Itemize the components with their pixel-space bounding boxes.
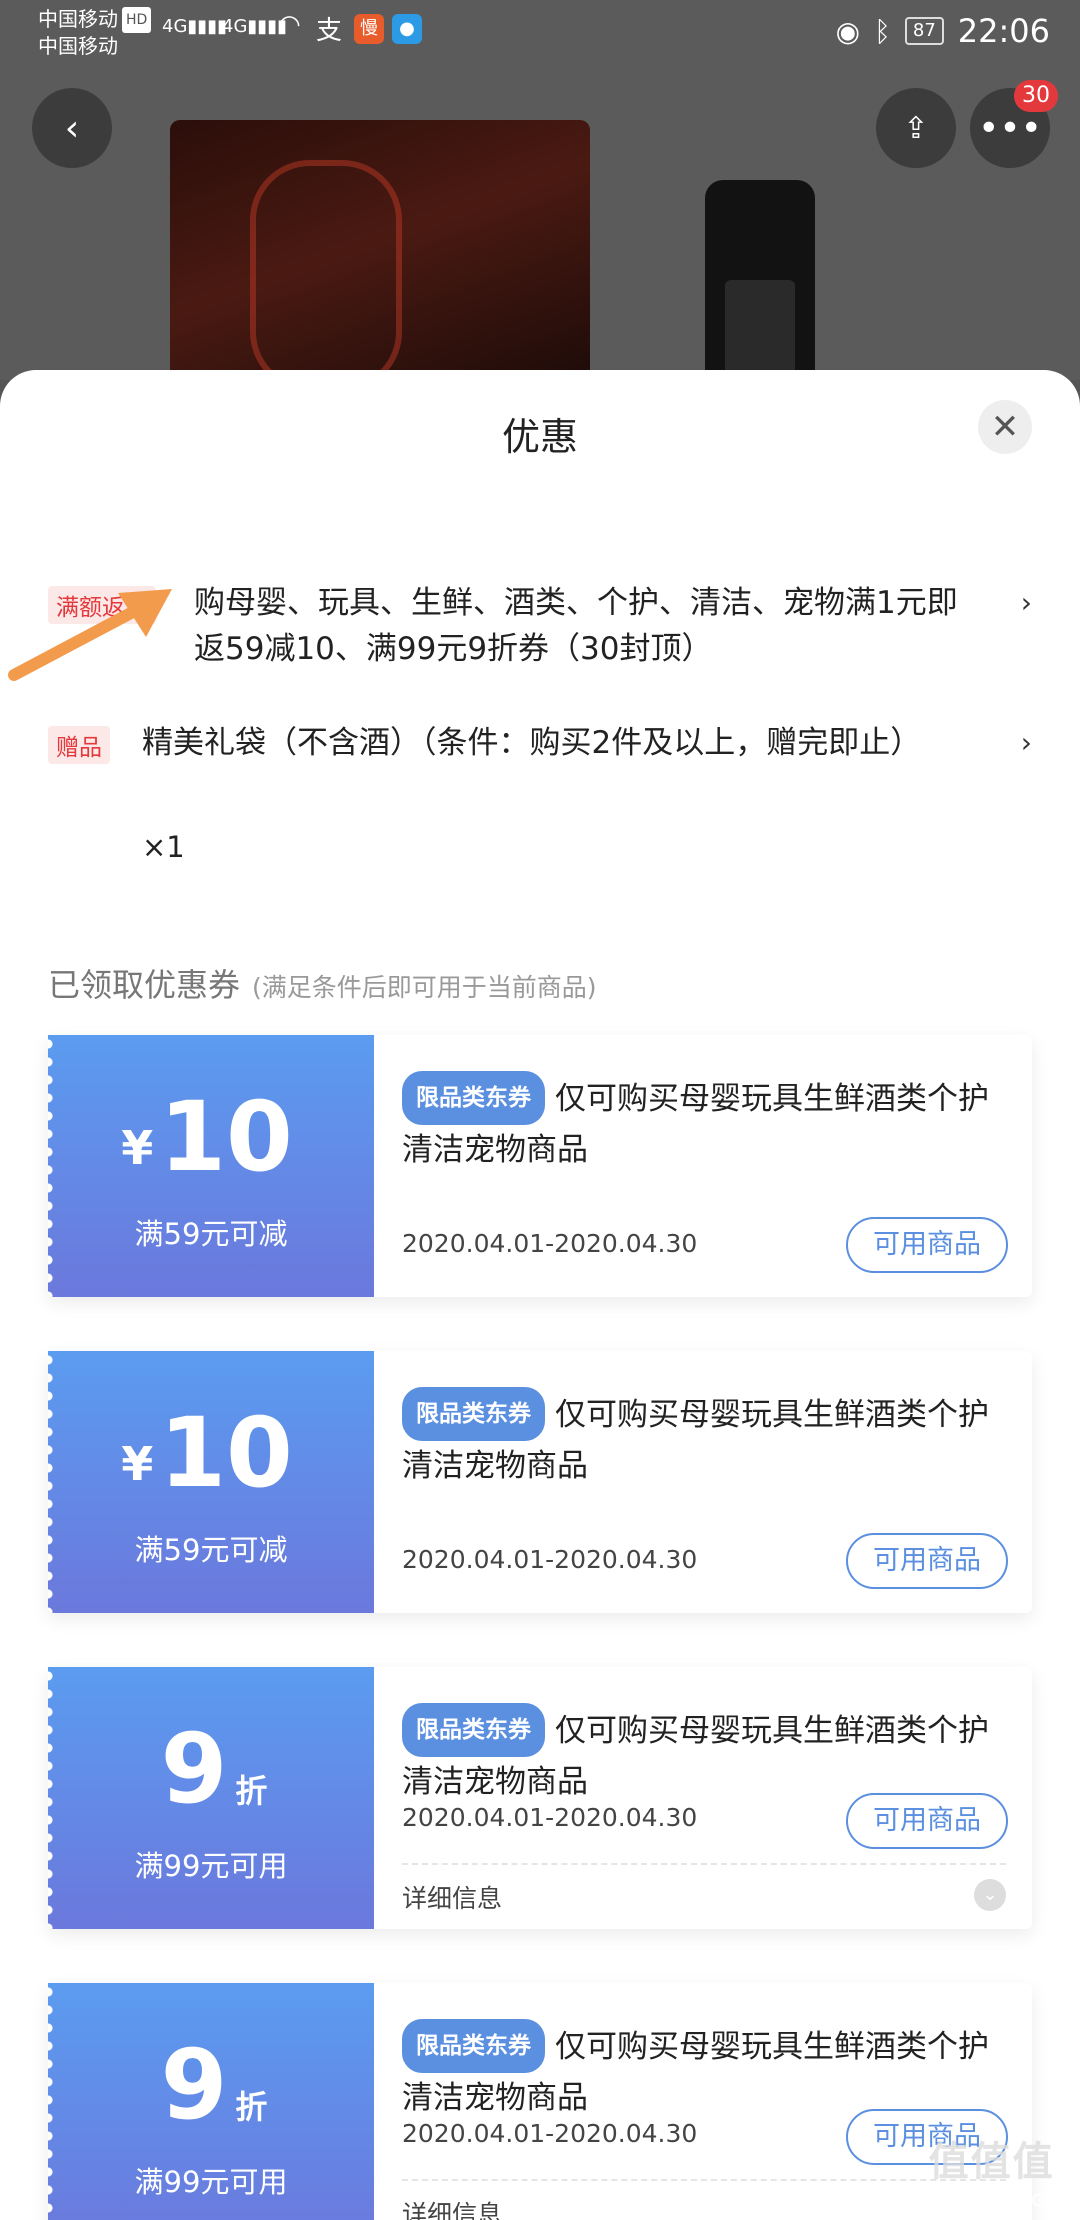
- back-button[interactable]: ‹: [32, 88, 112, 168]
- carrier-2: 中国移动: [38, 34, 118, 58]
- close-icon: ✕: [990, 407, 1020, 447]
- coupon-card[interactable]: 9折 满99元可用 限品类东券 仅可购买母婴玩具生鲜酒类个护清洁宠物商品 2020…: [48, 1983, 1032, 2220]
- coupon-date: 2020.04.01-2020.04.30: [402, 1803, 698, 1832]
- coupon-desc: 限品类东券 仅可购买母婴玩具生鲜酒类个护清洁宠物商品: [402, 1703, 1006, 1807]
- expand-icon[interactable]: ⌄: [974, 1879, 1006, 1911]
- coupon-desc: 限品类东券 仅可购买母婴玩具生鲜酒类个护清洁宠物商品: [402, 1387, 1006, 1491]
- coupon-desc: 限品类东券 仅可购买母婴玩具生鲜酒类个护清洁宠物商品: [402, 1071, 1006, 1175]
- coupon-info: 限品类东券 仅可购买母婴玩具生鲜酒类个护清洁宠物商品 2020.04.01-202…: [374, 1667, 1032, 1929]
- coupon-amount: 9折: [160, 1713, 268, 1825]
- coupon-amount: ¥10: [121, 1397, 293, 1509]
- gift-quantity: ×1: [142, 830, 185, 864]
- app-icon: 慢: [354, 14, 384, 44]
- promo-text: 购母婴、玩具、生鲜、酒类、个护、清洁、宠物满1元即返59减10、满99元9折券（…: [194, 585, 958, 667]
- status-bar: 中国移动 HD 中国移动 4G▮▮▮▮ 4G▮▮▮▮ ◠ 支 慢 ● ◉ ᛒ 87…: [0, 0, 1080, 70]
- received-coupons-subtitle: (满足条件后即可用于当前商品): [252, 973, 597, 1002]
- more-icon: •••: [978, 107, 1042, 149]
- coupon-tag: 限品类东券: [402, 1071, 545, 1125]
- watermark: 值值值 zhizhizhi.com: [917, 2129, 1066, 2212]
- available-products-button[interactable]: 可用商品: [846, 1793, 1008, 1849]
- coupon-detail-toggle[interactable]: 详细信息: [402, 1879, 502, 1915]
- eye-icon: ◉: [835, 14, 861, 48]
- coupon-info: 限品类东券 仅可购买母婴玩具生鲜酒类个护清洁宠物商品 2020.04.01-202…: [374, 1351, 1032, 1613]
- promo-tag: 赠品: [48, 726, 110, 764]
- watermark-logo: 值值值: [928, 2139, 1055, 2185]
- bluetooth-icon: ᛒ: [874, 14, 891, 48]
- battery-indicator: 87: [904, 17, 944, 45]
- promo-row-gift[interactable]: 赠品 精美礼袋（不含酒）（条件：购买2件及以上，赠完即止） ×1 ›: [48, 720, 1032, 870]
- coupon-amount: ¥10: [121, 1081, 293, 1193]
- coupon-value-panel: 9折 满99元可用: [48, 1667, 374, 1929]
- signal-1: 4G▮▮▮▮: [162, 16, 228, 37]
- notification-badge: 30: [1014, 80, 1058, 112]
- clock: 22:06: [957, 12, 1050, 50]
- chevron-right-icon: ›: [1020, 726, 1032, 759]
- close-button[interactable]: ✕: [978, 400, 1032, 454]
- product-box-image: [170, 120, 590, 380]
- coupon-value-panel: ¥10 满59元可减: [48, 1035, 374, 1297]
- coupon-date: 2020.04.01-2020.04.30: [402, 2119, 698, 2148]
- coupon-condition: 满59元可减: [134, 1533, 288, 1567]
- coupon-condition: 满99元可用: [134, 2165, 288, 2199]
- share-icon: ⇪: [903, 110, 929, 146]
- coupon-tag: 限品类东券: [402, 1387, 545, 1441]
- coupon-amount: 9折: [160, 2029, 268, 2141]
- coupon-condition: 满59元可减: [134, 1217, 288, 1251]
- coupon-desc: 限品类东券 仅可购买母婴玩具生鲜酒类个护清洁宠物商品: [402, 2019, 1006, 2123]
- sheet-title: 优惠: [501, 415, 578, 459]
- carrier-1: 中国移动: [38, 7, 118, 31]
- app-icon: ●: [392, 14, 422, 44]
- arrow-annotation-icon: [8, 589, 172, 681]
- received-coupons-title: 已领取优惠券 (满足条件后即可用于当前商品): [48, 966, 597, 1004]
- coupon-date: 2020.04.01-2020.04.30: [402, 1545, 698, 1574]
- coupon-value-panel: 9折 满99元可用: [48, 1983, 374, 2220]
- coupon-value-panel: ¥10 满59元可减: [48, 1351, 374, 1613]
- promotion-sheet: 优惠 ✕ 满额返券 购母婴、玩具、生鲜、酒类、个护、清洁、宠物满1元即返59减1…: [0, 370, 1080, 2220]
- more-button[interactable]: ••• 30: [970, 80, 1058, 168]
- coupon-date: 2020.04.01-2020.04.30: [402, 1229, 698, 1258]
- coupon-condition: 满99元可用: [134, 1849, 288, 1883]
- chevron-right-icon: ›: [1020, 586, 1032, 619]
- alipay-icon: 支: [316, 16, 343, 46]
- hd-badge: HD: [122, 7, 152, 33]
- coupon-divider: [402, 1863, 1006, 1865]
- product-bottle-image: [705, 180, 815, 380]
- status-right: ◉ ᛒ 87 22:06: [836, 12, 1050, 50]
- available-products-button[interactable]: 可用商品: [846, 1217, 1008, 1273]
- coupon-tag: 限品类东券: [402, 1703, 545, 1757]
- watermark-site: zhizhizhi.com: [917, 2187, 1066, 2212]
- coupon-card[interactable]: ¥10 满59元可减 限品类东券 仅可购买母婴玩具生鲜酒类个护清洁宠物商品 202…: [48, 1035, 1032, 1297]
- back-icon: ‹: [64, 107, 80, 149]
- coupon-card[interactable]: 9折 满99元可用 限品类东券 仅可购买母婴玩具生鲜酒类个护清洁宠物商品 2020…: [48, 1667, 1032, 1929]
- wifi-icon: ◠: [278, 10, 301, 40]
- coupon-tag: 限品类东券: [402, 2019, 545, 2073]
- coupon-card[interactable]: ¥10 满59元可减 限品类东券 仅可购买母婴玩具生鲜酒类个护清洁宠物商品 202…: [48, 1351, 1032, 1613]
- coupon-info: 限品类东券 仅可购买母婴玩具生鲜酒类个护清洁宠物商品 2020.04.01-202…: [374, 1035, 1032, 1297]
- promo-row-coupon-rebate[interactable]: 满额返券 购母婴、玩具、生鲜、酒类、个护、清洁、宠物满1元即返59减10、满99…: [48, 580, 1032, 690]
- available-products-button[interactable]: 可用商品: [846, 1533, 1008, 1589]
- share-button[interactable]: ⇪: [876, 88, 956, 168]
- promo-text: 精美礼袋（不含酒）（条件：购买2件及以上，赠完即止）: [142, 725, 922, 761]
- carrier-info: 中国移动 HD 中国移动: [38, 6, 152, 59]
- coupon-divider: [402, 2179, 1006, 2181]
- coupon-detail-toggle[interactable]: 详细信息: [402, 2195, 502, 2220]
